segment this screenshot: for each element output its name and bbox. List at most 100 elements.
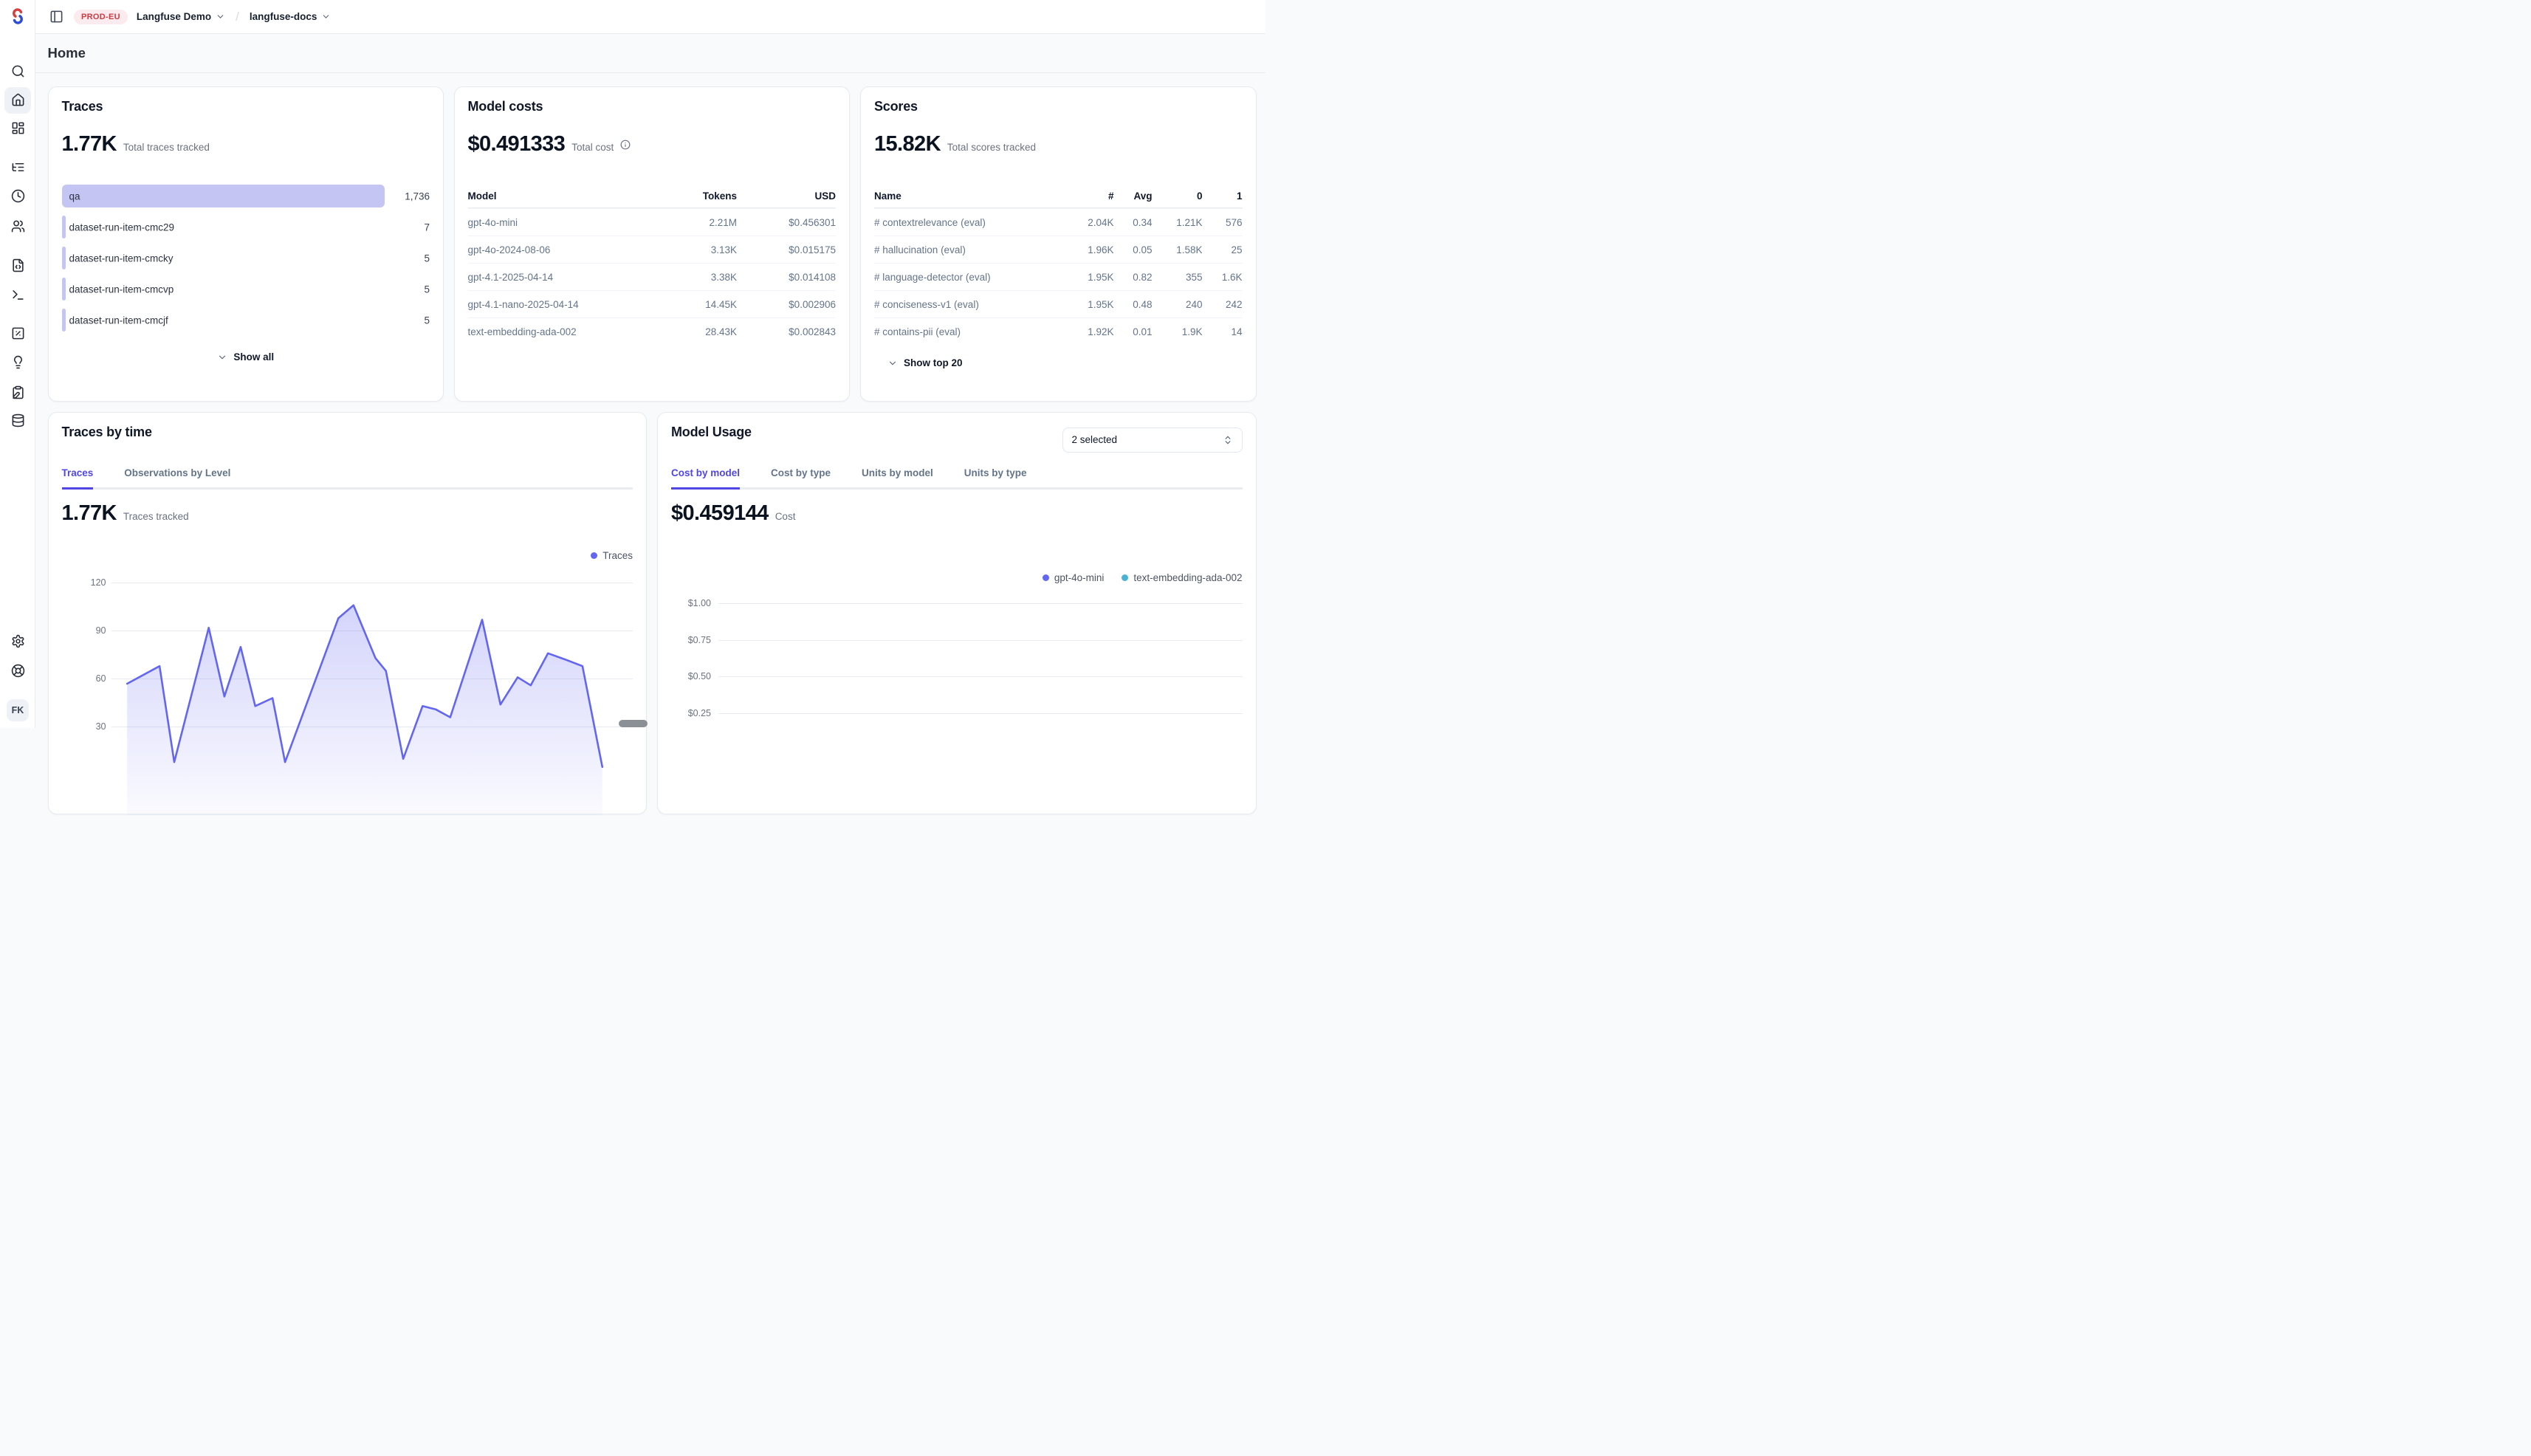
sidebar-item-home[interactable]	[4, 87, 31, 114]
column-header: Tokens	[659, 190, 737, 202]
sidebar-item-prompts[interactable]	[4, 253, 31, 279]
model-usage-title: Model Usage	[671, 425, 752, 440]
project-switcher[interactable]: langfuse-docs	[248, 8, 333, 25]
traces-metric-value: 1.77K	[62, 132, 117, 157]
trace-list-item[interactable]: dataset-run-item-cmcvp5	[62, 278, 430, 301]
evaluators-icon	[11, 326, 25, 340]
legend-label: Traces	[602, 550, 633, 561]
table-row[interactable]: gpt-4o-2024-08-063.13K$0.015175	[468, 236, 837, 263]
user-avatar[interactable]: FK	[7, 699, 29, 721]
trace-list-item[interactable]: dataset-run-item-cmcky5	[62, 247, 430, 269]
table-cell: 1.92K	[1071, 326, 1114, 337]
table-cell: 1.58K	[1153, 244, 1203, 255]
table-cell: 576	[1203, 217, 1243, 228]
tab-units-by-model[interactable]: Units by model	[862, 467, 933, 490]
table-cell: 1.95K	[1071, 272, 1114, 283]
main-area: PROD-EU Langfuse Demo langfuse-docs Home…	[35, 0, 1266, 728]
org-switcher[interactable]: Langfuse Demo	[135, 8, 227, 25]
scores-card: Scores 15.82K Total scores tracked Name#…	[860, 86, 1257, 402]
show-all-button[interactable]: Show all	[213, 351, 278, 363]
tab-cost-by-type[interactable]: Cost by type	[771, 467, 831, 490]
model-filter-select[interactable]: 2 selected	[1062, 427, 1243, 453]
model-usage-metric-label: Cost	[775, 511, 796, 522]
table-cell: gpt-4o-mini	[468, 217, 660, 228]
column-header: Avg	[1114, 190, 1153, 202]
sidebar-item-evaluators[interactable]	[4, 320, 31, 346]
legend-item[interactable]: Traces	[591, 550, 633, 561]
gridline	[718, 713, 1243, 714]
sidebar-item-settings[interactable]	[4, 628, 31, 655]
support-icon	[11, 664, 25, 678]
show-top-20-label: Show top 20	[904, 357, 963, 368]
sidebar-item-users[interactable]	[4, 213, 31, 239]
tab-cost-by-model[interactable]: Cost by model	[671, 467, 740, 490]
tab-units-by-type[interactable]: Units by type	[964, 467, 1027, 490]
chevron-down-icon	[887, 358, 898, 368]
breadcrumb-slash	[236, 10, 239, 24]
trace-list-item[interactable]: qa1,736	[62, 185, 430, 207]
scores-metric-label: Total scores tracked	[947, 142, 1036, 153]
table-row[interactable]: text-embedding-ada-00228.43K$0.002843	[468, 317, 837, 345]
axis-tick-label: $0.25	[667, 708, 711, 718]
show-top-20-button[interactable]: Show top 20	[883, 357, 967, 369]
traces-by-time-metric-value: 1.77K	[62, 501, 117, 526]
table-cell: 240	[1153, 299, 1203, 310]
sidebar-item-playground[interactable]	[4, 281, 31, 308]
table-cell: 0.34	[1114, 217, 1153, 228]
table-row[interactable]: gpt-4o-mini2.21M$0.456301	[468, 208, 837, 236]
info-icon[interactable]	[620, 140, 631, 150]
traces-series-svg	[111, 575, 634, 815]
table-cell: # contains-pii (eval)	[874, 326, 1071, 337]
table-row[interactable]: gpt-4.1-2025-04-143.38K$0.014108	[468, 263, 837, 290]
trace-list-item[interactable]: dataset-run-item-cmc297	[62, 216, 430, 238]
sidebar-item-tracing[interactable]	[4, 154, 31, 180]
traces-by-time-metric-row: 1.77K Traces tracked	[62, 501, 189, 526]
table-row[interactable]: # language-detector (eval)1.95K0.823551.…	[874, 263, 1243, 290]
sidebar-item-search[interactable]	[4, 58, 31, 84]
table-cell: 14	[1203, 326, 1243, 337]
insights-icon	[11, 355, 25, 369]
trace-bar	[62, 216, 66, 238]
model-usage-tabs: Cost by model Cost by type Units by model U…	[671, 467, 1243, 490]
database-icon	[11, 413, 25, 427]
sidebar-item-data[interactable]	[4, 408, 31, 434]
sidebar-item-insights[interactable]	[4, 349, 31, 376]
sidebar-toggle-button[interactable]	[46, 7, 66, 27]
table-row[interactable]: # contextrelevance (eval)2.04K0.341.21K5…	[874, 208, 1243, 236]
table-cell: gpt-4.1-2025-04-14	[468, 272, 660, 283]
table-cell: 355	[1153, 272, 1203, 283]
horizontal-scrollbar-thumb[interactable]	[619, 720, 648, 727]
app-root: FK PROD-EU Langfuse Demo langfuse-docs H…	[0, 0, 1266, 728]
tab-observations-by-level[interactable]: Observations by Level	[124, 467, 230, 490]
traces-area-chart: 120906030	[49, 575, 647, 815]
trace-name: dataset-run-item-cmc29	[69, 222, 175, 233]
sidebar-item-sessions[interactable]	[4, 183, 31, 210]
model-costs-metric-value: $0.491333	[468, 132, 566, 157]
langfuse-logo-icon[interactable]	[9, 7, 27, 25]
traces-by-time-metric-label: Traces tracked	[123, 511, 189, 522]
table-row[interactable]: # contains-pii (eval)1.92K0.011.9K14	[874, 317, 1243, 345]
sidebar-item-support[interactable]	[4, 657, 31, 684]
trace-bar	[62, 247, 66, 269]
table-row[interactable]: gpt-4.1-nano-2025-04-1414.45K$0.002906	[468, 290, 837, 317]
trace-bar	[62, 185, 385, 207]
traces-metric-row: 1.77K Total traces tracked	[62, 132, 430, 157]
table-header-row: Name#Avg01	[874, 185, 1243, 208]
column-header: 0	[1153, 190, 1203, 202]
table-cell: gpt-4.1-nano-2025-04-14	[468, 299, 660, 310]
sidebar-item-dashboards[interactable]	[4, 115, 31, 142]
sidebar-item-datasets[interactable]	[4, 379, 31, 405]
show-all-label: Show all	[233, 351, 274, 363]
table-row[interactable]: # conciseness-v1 (eval)1.95K0.48240242	[874, 290, 1243, 317]
table-cell: 1.21K	[1153, 217, 1203, 228]
home-icon	[11, 93, 25, 107]
table-cell: 3.13K	[659, 244, 737, 255]
tab-traces[interactable]: Traces	[62, 467, 94, 490]
axis-tick-label: $1.00	[667, 598, 711, 608]
trace-count: 1,736	[405, 190, 430, 202]
settings-icon	[11, 634, 25, 648]
axis-tick-label: $0.50	[667, 671, 711, 681]
table-cell: $0.015175	[737, 244, 836, 255]
trace-list-item[interactable]: dataset-run-item-cmcjf5	[62, 309, 430, 332]
table-row[interactable]: # hallucination (eval)1.96K0.051.58K25	[874, 236, 1243, 263]
